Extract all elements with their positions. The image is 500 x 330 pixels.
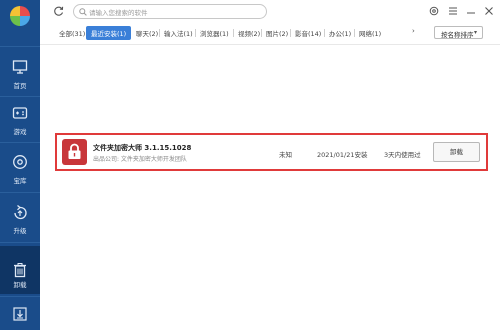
sort-dropdown[interactable]: 按名称排序 ▾ (434, 26, 483, 39)
menu-icon[interactable] (448, 6, 458, 16)
sidebar-divider (0, 242, 40, 243)
tab-divider (233, 29, 234, 37)
tab-video[interactable]: 视频(2) (238, 28, 260, 38)
refresh-icon[interactable] (53, 6, 64, 17)
sidebar-item-label: 游戏 (13, 128, 27, 136)
trash-icon (14, 263, 26, 278)
search-input[interactable]: 请输入您搜索的软件 (73, 4, 267, 19)
download-icon (13, 307, 27, 321)
sidebar-divider (0, 46, 40, 47)
sort-dropdown-value: 按名称排序 (441, 31, 474, 39)
sidebar-item-upgrade[interactable]: 升级 (0, 199, 40, 241)
sidebar-item-label: 卸载 (13, 281, 27, 289)
sidebar-divider (0, 142, 40, 143)
sidebar-item-label: 首页 (13, 82, 27, 90)
software-name: 文件夹加密大师 3.1.15.1028 (93, 144, 192, 152)
tabs-next-arrow[interactable]: › (412, 27, 415, 35)
uninstall-button[interactable]: 卸载 (433, 142, 480, 162)
app-logo-icon (10, 6, 30, 26)
monitor-icon (12, 60, 28, 74)
sidebar-item-home[interactable]: 首页 (0, 54, 40, 96)
minimize-icon[interactable] (466, 6, 476, 16)
settings-icon[interactable] (429, 6, 439, 16)
software-list-row[interactable]: 文件夹加密大师 3.1.15.1028 出品公司: 文件夹加密大师开发团队 未知… (55, 133, 488, 171)
tab-divider (195, 29, 196, 37)
sidebar-divider (0, 96, 40, 97)
tab-office[interactable]: 办公(1) (329, 28, 351, 38)
lock-icon (62, 139, 87, 165)
download-manager-button[interactable] (0, 296, 40, 330)
tab-divider (159, 29, 160, 37)
gamepad-icon (12, 107, 28, 119)
sidebar-item-treasury[interactable]: 宝库 (0, 149, 40, 191)
title-bar: 请输入您搜索的软件 (40, 0, 500, 24)
software-last-used: 3天内使用过 (384, 151, 421, 159)
tab-all[interactable]: 全部(31) (59, 28, 85, 38)
tab-input-method[interactable]: 输入法(1) (164, 28, 193, 38)
chevron-down-icon: ▾ (474, 29, 478, 36)
search-icon (79, 8, 87, 16)
sidebar-item-uninstall[interactable]: 卸载 (0, 246, 40, 294)
tab-recently-installed[interactable]: 最近安装(1) (86, 26, 132, 40)
tab-chat[interactable]: 聊天(2) (136, 28, 158, 38)
tab-browser[interactable]: 浏览器(1) (200, 28, 229, 38)
tab-pictures[interactable]: 图片(2) (266, 28, 288, 38)
sidebar-divider (0, 192, 40, 193)
category-tabs: 全部(31) 最近安装(1) 聊天(2) 输入法(1) 浏览器(1) 视频(2)… (40, 26, 500, 42)
treasury-icon (13, 155, 27, 169)
software-size: 未知 (279, 151, 292, 159)
upgrade-icon (14, 204, 27, 220)
software-publisher: 出品公司: 文件夹加密大师开发团队 (93, 156, 187, 163)
tab-divider (261, 29, 262, 37)
sidebar-item-games[interactable]: 游戏 (0, 100, 40, 142)
tab-divider (290, 29, 291, 37)
close-icon[interactable] (484, 6, 494, 16)
tab-divider (324, 29, 325, 37)
tab-audio-video[interactable]: 影音(14) (295, 28, 321, 38)
sidebar-item-label: 宝库 (13, 177, 27, 185)
content-divider (40, 44, 500, 45)
sidebar-item-label: 升级 (13, 227, 27, 235)
tab-network[interactable]: 网络(1) (359, 28, 381, 38)
software-install-date: 2021/01/21安装 (317, 151, 368, 159)
search-placeholder: 请输入您搜索的软件 (89, 9, 148, 17)
tab-divider (354, 29, 355, 37)
sidebar: 首页 游戏 宝库 升级 卸载 (0, 0, 40, 330)
